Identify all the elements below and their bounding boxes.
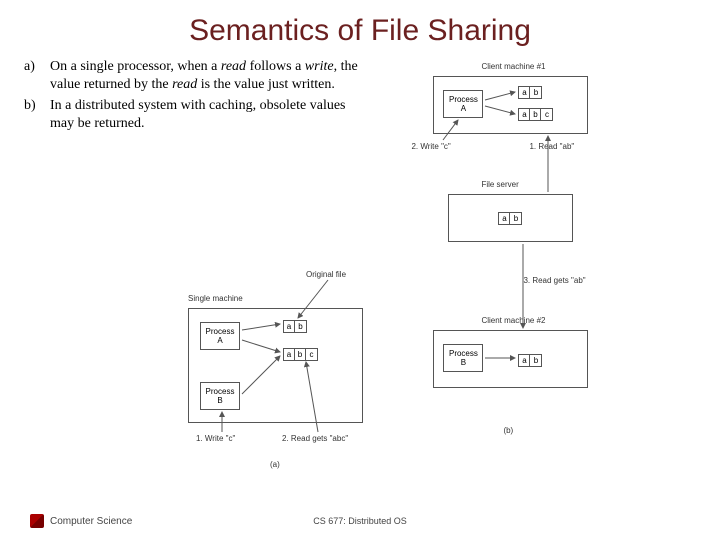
- footer-center: CS 677: Distributed OS: [0, 516, 720, 526]
- caption-b: (b): [503, 426, 513, 435]
- read-label-a: 2. Read gets "abc": [282, 434, 348, 443]
- list-item: a) On a single processor, when a read fo…: [24, 58, 373, 93]
- right-column: Client machine #1 Process A ab abc 2. Wr…: [373, 58, 696, 468]
- file-abc-a: abc: [283, 348, 318, 361]
- readab1-label: 1. Read "ab": [529, 142, 574, 151]
- page-title: Semantics of File Sharing: [0, 0, 720, 58]
- client1-label: Client machine #1: [481, 62, 545, 71]
- fileserver-label: File server: [481, 180, 518, 189]
- item-marker: a): [24, 58, 50, 93]
- write-label-a: 1. Write "c": [196, 434, 235, 443]
- single-machine-label: Single machine: [188, 294, 243, 303]
- process-a-box: Process A: [443, 90, 483, 118]
- process-b-box: Process B: [443, 344, 483, 372]
- process-b-box-a: Process B: [200, 382, 240, 410]
- footer: Computer Science CS 677: Distributed OS: [0, 514, 720, 528]
- diagram-a: Original file Single machine Process A P…: [178, 270, 408, 480]
- file-ab: ab: [518, 86, 542, 99]
- list-item: b) In a distributed system with caching,…: [24, 97, 373, 132]
- item-text: In a distributed system with caching, ob…: [50, 97, 373, 132]
- process-a-box-a: Process A: [200, 322, 240, 350]
- file-abc: abc: [518, 108, 553, 121]
- file-ab-server: ab: [498, 212, 522, 225]
- writec-label: 2. Write "c": [411, 142, 450, 151]
- file-ab-client2: ab: [518, 354, 542, 367]
- caption-a: (a): [270, 460, 280, 469]
- file-ab-a: ab: [283, 320, 307, 333]
- diagram-b: Client machine #1 Process A ab abc 2. Wr…: [373, 58, 696, 468]
- readab2-label: 3. Read gets "ab": [523, 276, 585, 285]
- original-file-label: Original file: [306, 270, 346, 279]
- item-text: On a single processor, when a read follo…: [50, 58, 373, 93]
- item-marker: b): [24, 97, 50, 132]
- client2-label: Client machine #2: [481, 316, 545, 325]
